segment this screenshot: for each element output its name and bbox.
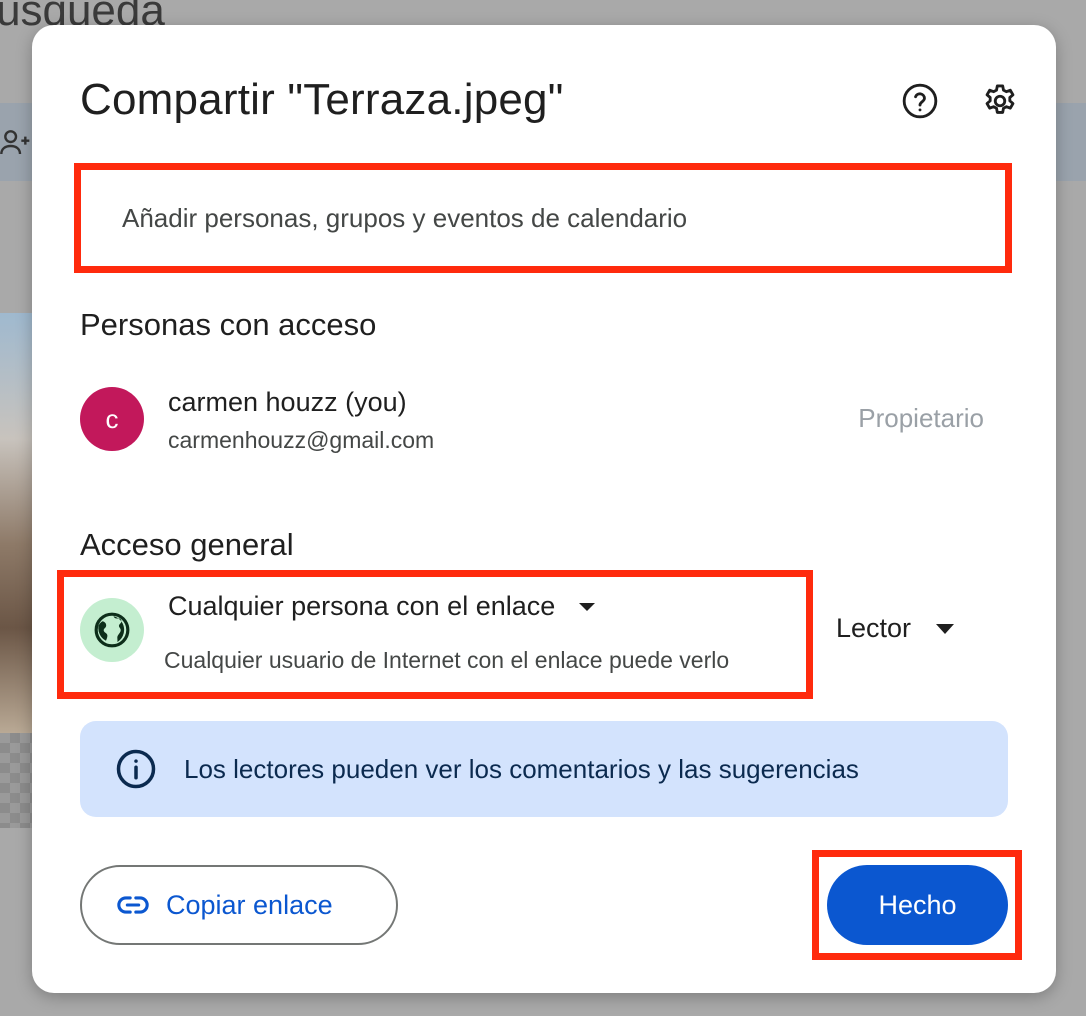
general-access-title: Acceso general (80, 527, 294, 562)
role-label: Lector (836, 613, 912, 643)
link-icon (117, 896, 149, 914)
globe-icon-badge (80, 598, 144, 662)
settings-button[interactable] (978, 79, 1022, 123)
copy-link-label: Copiar enlace (166, 889, 333, 920)
owner-role-label: Propietario (858, 403, 984, 433)
add-people-field[interactable] (82, 166, 1010, 270)
info-banner-text: Los lectores pueden ver los comentarios … (184, 753, 859, 784)
person-email: carmenhouzz@gmail.com (168, 427, 435, 453)
share-dialog: Compartir "Terraza.jpeg" Personas con ac… (32, 25, 1056, 993)
avatar: c (80, 387, 144, 451)
copy-link-button[interactable]: Copiar enlace (80, 865, 398, 945)
globe-icon (94, 612, 130, 648)
done-label: Hecho (878, 889, 957, 920)
people-with-access-title: Personas con acceso (80, 307, 377, 342)
highlight-box-general-access (57, 570, 813, 699)
add-people-input[interactable] (82, 166, 1010, 270)
role-dropdown[interactable]: Lector (836, 613, 955, 644)
help-circle-icon (902, 83, 938, 119)
done-button[interactable]: Hecho (827, 865, 1008, 945)
dialog-title: Compartir "Terraza.jpeg" (80, 75, 564, 124)
general-access-dropdown[interactable]: Cualquier persona con el enlace (156, 591, 597, 622)
caret-down-icon (579, 602, 596, 611)
add-person-icon (0, 126, 32, 158)
gear-icon (985, 84, 1015, 114)
help-button[interactable] (898, 79, 942, 123)
person-name: carmen houzz (you) (168, 387, 407, 417)
info-banner: Los lectores pueden ver los comentarios … (80, 721, 1008, 817)
general-access-option: Cualquier persona con el enlace (168, 591, 556, 621)
caret-down-icon (936, 623, 955, 634)
general-access-description: Cualquier usuario de Internet con el enl… (164, 647, 730, 673)
info-icon (114, 747, 158, 791)
